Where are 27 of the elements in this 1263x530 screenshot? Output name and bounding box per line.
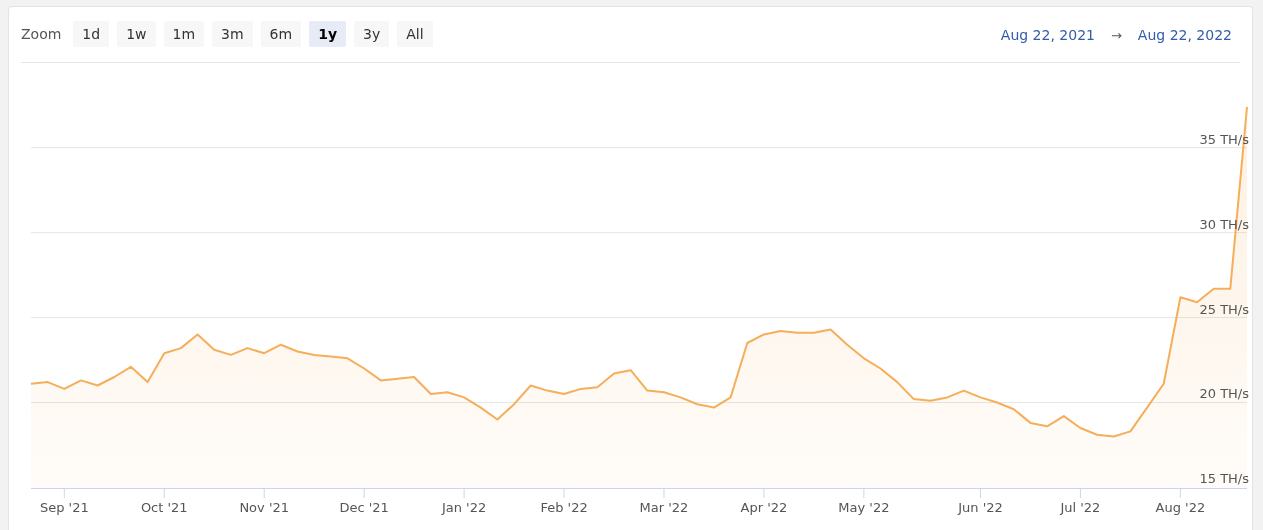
range-button[interactable]: 3y [354, 21, 390, 47]
range-button[interactable]: All [397, 21, 433, 47]
range-button[interactable]: 3m [212, 21, 253, 47]
x-axis-label: Dec '21 [339, 500, 389, 515]
x-axis-label: Apr '22 [740, 500, 788, 515]
range-button[interactable]: 6m [260, 21, 302, 47]
range-button[interactable]: 1y [309, 21, 347, 47]
zoom-label: Zoom [21, 24, 62, 44]
date-to[interactable]: Aug 22, 2022 [1137, 25, 1232, 46]
date-separator: → [1110, 26, 1122, 45]
x-axis-label: Feb '22 [540, 500, 588, 515]
y-axis-label: 20 TH/s [1199, 386, 1249, 402]
x-axis-label: Aug '22 [1155, 500, 1206, 515]
y-axis-label: 15 TH/s [1199, 471, 1249, 487]
range-button[interactable]: 1w [117, 21, 156, 47]
x-axis-label: Sep '21 [39, 500, 89, 515]
x-axis-label: Jun '22 [958, 500, 1003, 515]
x-axis-label: Nov '21 [239, 500, 289, 515]
x-axis-label: May '22 [838, 500, 890, 515]
x-axis-label: Mar '22 [639, 500, 689, 515]
x-axis-label: Jul '22 [1060, 500, 1101, 515]
date-from[interactable]: Aug 22, 2021 [1000, 25, 1095, 46]
range-button[interactable]: 1m [163, 21, 205, 47]
range-button[interactable]: 1d [73, 21, 110, 47]
x-axis-label: Jan '22 [441, 500, 487, 515]
y-axis-label: 25 TH/s [1199, 301, 1249, 317]
x-axis-label: Oct '21 [140, 500, 188, 515]
